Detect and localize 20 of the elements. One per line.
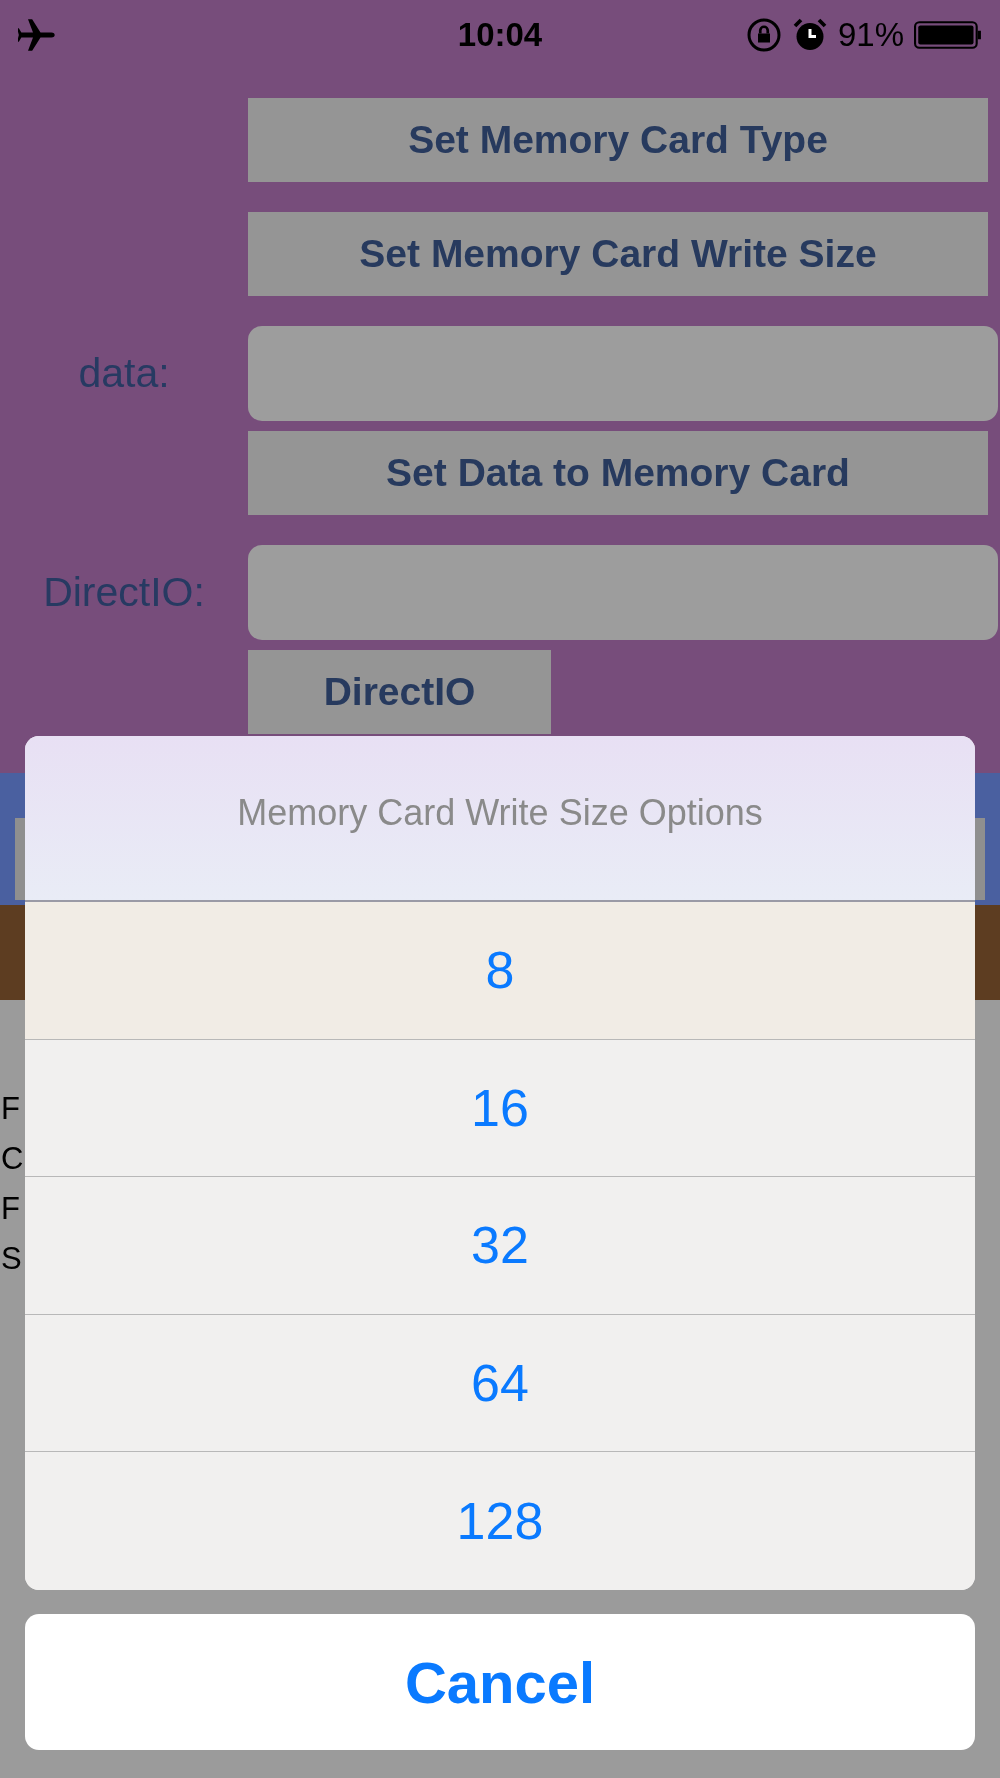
log-text: F xyxy=(1,1090,21,1128)
cancel-button[interactable]: Cancel xyxy=(25,1614,975,1750)
log-text: C xyxy=(1,1140,24,1178)
field-label: DirectIO: xyxy=(42,569,206,616)
alarm-clock-icon xyxy=(791,17,828,53)
action-button[interactable]: Set Memory Card Type xyxy=(248,98,988,182)
field-label: data: xyxy=(77,350,171,397)
battery-percentage: 91% xyxy=(837,16,904,54)
battery-icon xyxy=(914,21,982,49)
action-button[interactable]: Set Data to Memory Card xyxy=(248,431,988,515)
rotation-lock-icon xyxy=(745,17,782,53)
action-button[interactable]: Set Memory Card Write Size xyxy=(248,212,988,296)
input-field[interactable] xyxy=(248,545,998,640)
log-text: S xyxy=(1,1240,23,1278)
action-button[interactable]: DirectIO xyxy=(248,650,551,734)
log-text: F xyxy=(1,1190,21,1228)
input-field[interactable] xyxy=(248,326,998,421)
sheet-title: Memory Card Write Size Options xyxy=(25,736,975,902)
option-button[interactable]: 8 xyxy=(25,902,975,1040)
clock-time: 10:04 xyxy=(456,16,544,54)
